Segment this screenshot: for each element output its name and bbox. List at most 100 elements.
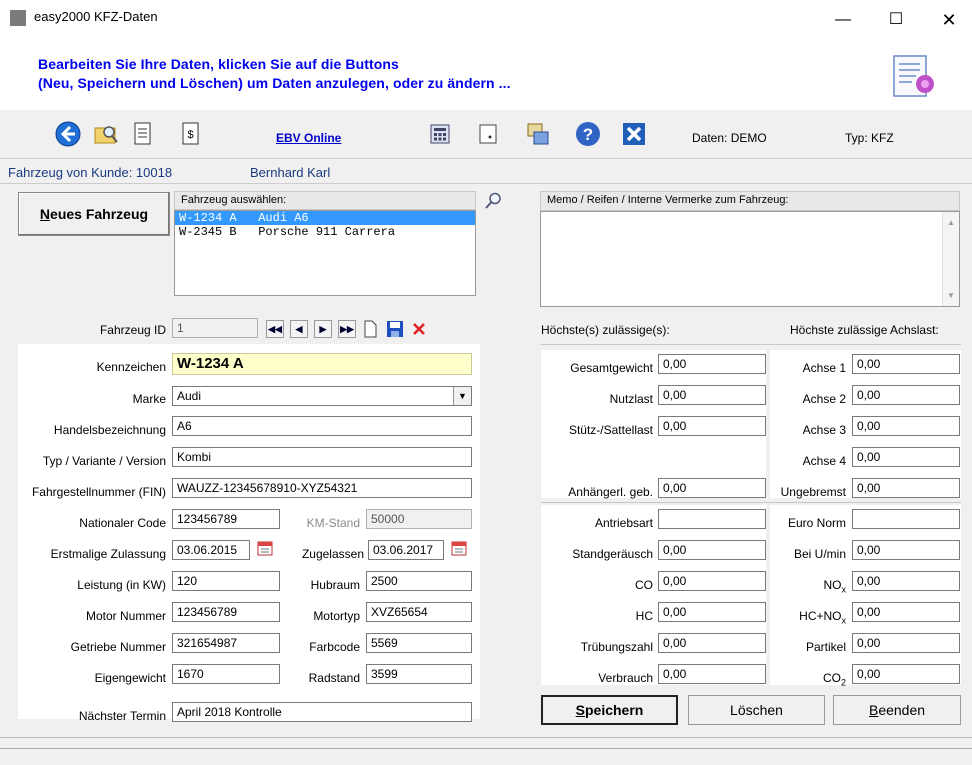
engine-number-field[interactable]: 123456789	[172, 602, 280, 622]
nox-label: NOx	[760, 578, 847, 594]
memo-textarea[interactable]: ▲ ▼	[540, 211, 960, 307]
save-label: peichern	[584, 702, 644, 718]
last-record-button[interactable]: ▶▶	[338, 320, 356, 338]
nox-field[interactable]: 0,00	[852, 571, 960, 591]
first-record-button[interactable]: ◀◀	[266, 320, 284, 338]
delete-button[interactable]: Löschen	[688, 695, 825, 725]
registered-field[interactable]: 03.06.2017	[368, 540, 444, 560]
document-icon[interactable]	[128, 120, 156, 148]
memo-scrollbar[interactable]: ▲ ▼	[942, 212, 959, 306]
notepad-icon[interactable]	[474, 120, 502, 148]
rpm-field[interactable]: 0,00	[852, 540, 960, 560]
euro-norm-label: Euro Norm	[787, 516, 846, 530]
first-registration-field[interactable]: 03.06.2015	[172, 540, 250, 560]
edit-document-icon	[893, 55, 934, 97]
gearbox-number-field[interactable]: 321654987	[172, 633, 280, 653]
svg-text:?: ?	[583, 125, 593, 144]
power-field[interactable]: 120	[172, 571, 280, 591]
color-code-field[interactable]: 5569	[366, 633, 472, 653]
exit-button[interactable]: Beenden	[833, 695, 961, 725]
axle-3-field[interactable]: 0,00	[852, 416, 960, 436]
scroll-up-icon[interactable]: ▲	[947, 218, 955, 227]
dollar-document-icon[interactable]: $	[176, 120, 204, 148]
scroll-down-icon[interactable]: ▼	[947, 291, 955, 300]
hc-field[interactable]: 0,00	[658, 602, 766, 622]
hc-nox-field[interactable]: 0,00	[852, 602, 960, 622]
payload-field[interactable]: 0,00	[658, 385, 766, 405]
vehicle-id-label: Fahrzeug ID	[99, 323, 166, 337]
brand-label: Marke	[132, 392, 166, 406]
emissions-panel	[541, 505, 766, 685]
standing-noise-field[interactable]: 0,00	[658, 540, 766, 560]
drive-type-label: Antriebsart	[594, 516, 653, 530]
co-label: CO	[635, 578, 653, 592]
unbraked-field[interactable]: 0,00	[852, 478, 960, 498]
calculator-icon[interactable]	[426, 120, 454, 148]
consumption-label: Verbrauch	[598, 671, 653, 685]
displacement-field[interactable]: 2500	[366, 571, 472, 591]
axle-2-field[interactable]: 0,00	[852, 385, 960, 405]
vehicle-list[interactable]: W-1234 A Audi A6 W-2345 B Porsche 911 Ca…	[174, 210, 476, 296]
maximize-button[interactable]: ☐	[873, 2, 919, 38]
wheelbase-field[interactable]: 3599	[366, 664, 472, 684]
trailer-braked-field[interactable]: 0,00	[658, 478, 766, 498]
app-icon	[10, 10, 26, 26]
color-code-label: Farbcode	[309, 640, 360, 654]
close-window-button[interactable]: ✕	[926, 2, 972, 38]
new-record-icon[interactable]	[362, 320, 378, 338]
save-button[interactable]: Speichern	[541, 695, 678, 725]
new-vehicle-button[interactable]: Neues Fahrzeug	[18, 192, 170, 236]
axle-4-label: Achse 4	[802, 454, 846, 468]
divider	[541, 344, 961, 345]
vehicle-list-item[interactable]: W-1234 A Audi A6	[175, 211, 475, 225]
national-code-field[interactable]: 123456789	[172, 509, 280, 529]
exit-label: eenden	[878, 702, 926, 718]
tongue-load-label: Stütz-/Sattellast	[568, 423, 653, 437]
save-record-icon[interactable]	[386, 320, 404, 338]
svg-text:$: $	[187, 129, 193, 141]
import-export-icon[interactable]	[524, 120, 552, 148]
brand-select[interactable]: Audi ▼	[172, 386, 472, 406]
opacity-field[interactable]: 0,00	[658, 633, 766, 653]
back-icon[interactable]	[54, 120, 82, 148]
next-record-button[interactable]: ▶	[314, 320, 332, 338]
gross-weight-field[interactable]: 0,00	[658, 354, 766, 374]
vin-label: Fahrgestellnummer (FIN)	[31, 485, 166, 499]
axle-1-field[interactable]: 0,00	[852, 354, 960, 374]
license-plate-field[interactable]: W-1234 A	[172, 353, 472, 375]
particles-field[interactable]: 0,00	[852, 633, 960, 653]
search-icon[interactable]	[484, 192, 502, 210]
header-line-1: Bearbeiten Sie Ihre Daten, klicken Sie a…	[38, 56, 399, 72]
chevron-down-icon[interactable]: ▼	[453, 387, 471, 405]
tongue-load-field[interactable]: 0,00	[658, 416, 766, 436]
engine-number-label: Motor Nummer	[85, 609, 166, 623]
close-icon[interactable]	[620, 120, 648, 148]
data-source-label: Daten: DEMO	[692, 131, 767, 145]
delete-record-icon[interactable]	[410, 320, 428, 338]
window-title: easy2000 KFZ-Daten	[34, 9, 158, 24]
drive-type-field[interactable]	[658, 509, 766, 529]
national-code-label: Nationaler Code	[79, 516, 166, 530]
hc-nox-label: HC+NOx	[760, 609, 846, 625]
vin-field[interactable]: WAUZZ-12345678910-XYZ54321	[172, 478, 472, 498]
folder-search-icon[interactable]	[92, 120, 120, 148]
vehicle-list-item[interactable]: W-2345 B Porsche 911 Carrera	[175, 225, 475, 239]
co-field[interactable]: 0,00	[658, 571, 766, 591]
calendar-icon[interactable]	[256, 539, 274, 557]
co2-field[interactable]: 0,00	[852, 664, 960, 684]
help-icon[interactable]: ?	[574, 120, 602, 148]
next-appointment-field[interactable]: April 2018 Kontrolle	[172, 702, 472, 722]
type-variant-field[interactable]: Kombi	[172, 447, 472, 467]
prev-record-button[interactable]: ◀	[290, 320, 308, 338]
consumption-field[interactable]: 0,00	[658, 664, 766, 684]
type-variant-label: Typ / Variante / Version	[42, 454, 166, 468]
particles-label: Partikel	[805, 640, 846, 654]
euro-norm-field[interactable]	[852, 509, 960, 529]
curb-weight-field[interactable]: 1670	[172, 664, 280, 684]
engine-type-field[interactable]: XVZ65654	[366, 602, 472, 622]
calendar-icon[interactable]	[450, 539, 468, 557]
axle-4-field[interactable]: 0,00	[852, 447, 960, 467]
trade-name-field[interactable]: A6	[172, 416, 472, 436]
ebv-online-link[interactable]: EBV Online	[276, 131, 341, 145]
minimize-button[interactable]: —	[820, 2, 866, 38]
